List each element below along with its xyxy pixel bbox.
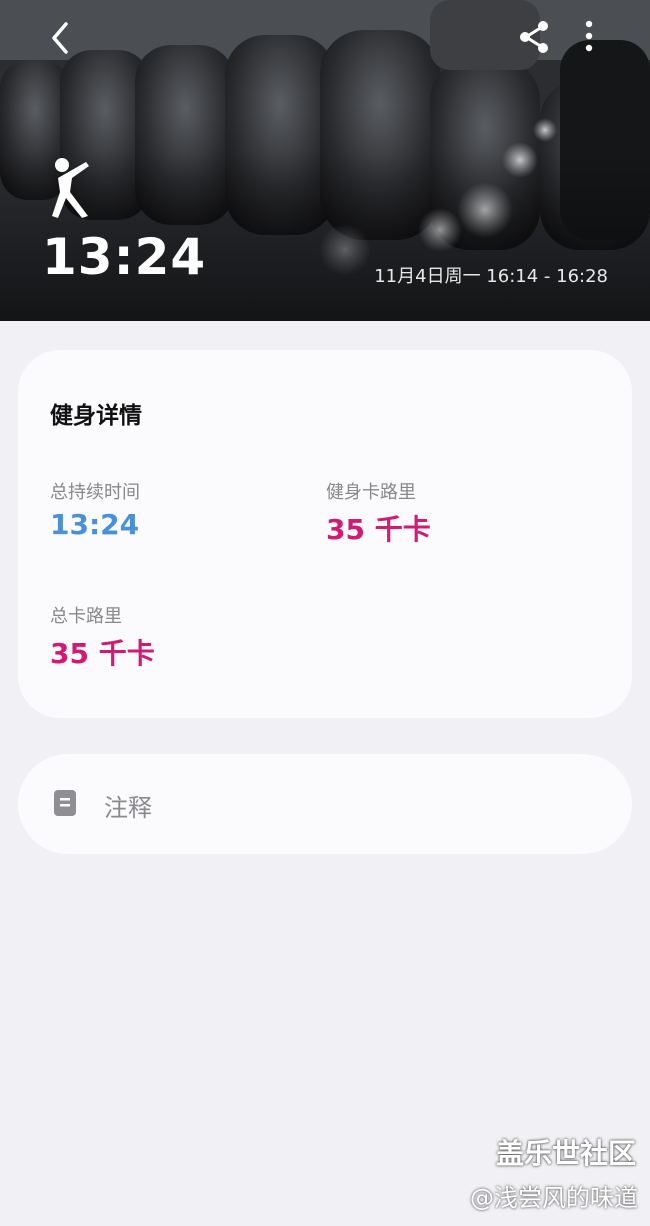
- total-duration-value: 13:24: [50, 508, 140, 541]
- stretching-figure-icon: [46, 156, 96, 220]
- share-icon: [520, 21, 548, 53]
- back-button[interactable]: [44, 18, 78, 58]
- watermark-brand: 盖乐世社区: [495, 1137, 636, 1170]
- watermark-author: @浅尝风的味道: [470, 1184, 638, 1212]
- workout-calories-value: 35 千卡: [326, 513, 431, 546]
- chevron-left-icon: [52, 22, 68, 54]
- more-options-button[interactable]: [578, 16, 600, 56]
- total-duration-label: 总持续时间: [50, 482, 140, 503]
- card-title: 健身详情: [50, 403, 142, 429]
- workout-calories-label: 健身卡路里: [326, 482, 416, 503]
- fitness-details-card: 健身详情 总持续时间 13:24 健身卡路里 35 千卡 总卡路里 35 千卡: [18, 350, 632, 718]
- more-vertical-icon: [585, 20, 593, 52]
- share-button[interactable]: [516, 18, 552, 56]
- notes-button[interactable]: 注释: [18, 754, 632, 854]
- total-calories-label: 总卡路里: [50, 606, 122, 627]
- total-calories-value: 35 千卡: [50, 637, 155, 670]
- note-icon: [54, 790, 76, 816]
- workout-date-range: 11月4日周一 16:14 - 16:28: [374, 266, 608, 287]
- notes-label: 注释: [104, 794, 152, 822]
- workout-duration: 13:24: [42, 228, 207, 286]
